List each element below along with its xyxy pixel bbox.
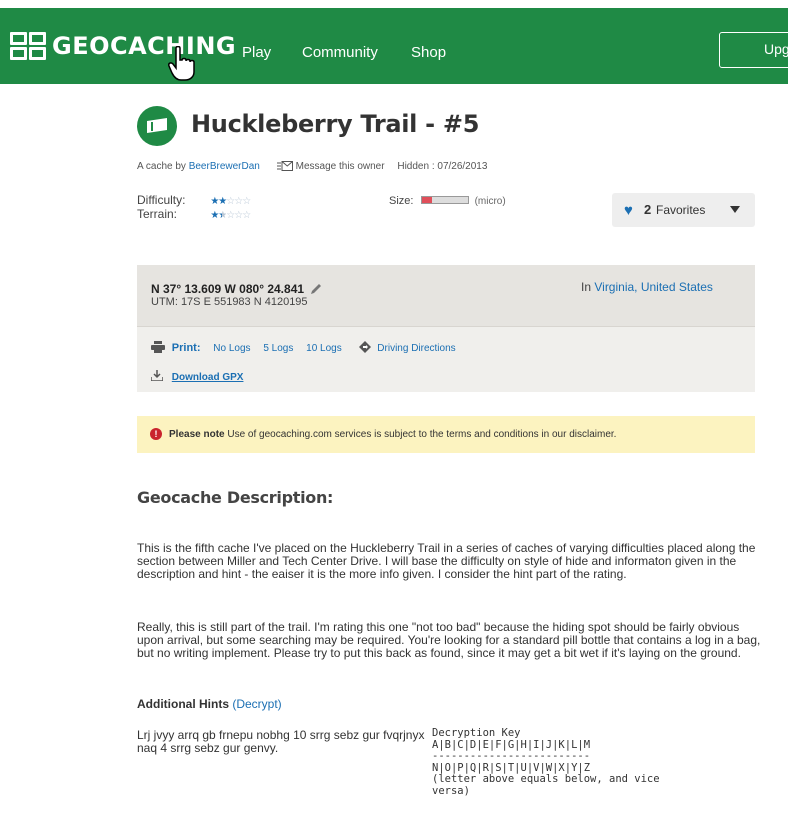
size-value: (micro) <box>474 196 506 207</box>
utm-coordinates: UTM: 17S E 551983 N 4120195 <box>151 296 308 308</box>
top-navigation-bar: GEOCACHING Play Community Shop Upgrade <box>0 8 788 84</box>
nav-community[interactable]: Community <box>302 44 378 61</box>
download-icon <box>150 370 164 382</box>
printer-icon <box>151 341 165 353</box>
hidden-date: Hidden : 07/26/2013 <box>397 161 488 172</box>
coordinates[interactable]: N 37° 13.609 W 080° 24.841 <box>151 282 322 296</box>
hand-cursor-icon <box>168 46 195 81</box>
additional-hints-heading: Additional Hints (Decrypt) <box>137 697 282 711</box>
terrain-label: Terrain: <box>137 207 178 221</box>
pencil-icon[interactable] <box>310 283 322 295</box>
description-paragraph-1: This is the fifth cache I've placed on t… <box>137 541 756 581</box>
location-prefix: In <box>581 280 592 294</box>
print-5-logs-link[interactable]: 5 Logs <box>263 343 293 354</box>
chevron-down-icon <box>730 206 740 213</box>
cache-type-icon <box>137 106 177 146</box>
coordinates-header: N 37° 13.609 W 080° 24.841 UTM: 17S E 55… <box>137 265 755 327</box>
directions-icon <box>358 341 371 353</box>
decryption-key: Decryption Key A|B|C|D|E|F|G|H|I|J|K|L|M -… <box>432 727 660 797</box>
hint-text: Lrj jvyy arrq gb frnepu nobhg 10 srrg se… <box>137 728 425 755</box>
difficulty-stars-icon: ★★☆☆☆ <box>210 196 251 207</box>
logo-text: GEOCACHING <box>52 32 237 60</box>
download-gpx-row: Download GPX <box>150 370 244 383</box>
print-no-logs-link[interactable]: No Logs <box>213 343 250 354</box>
download-gpx-link[interactable]: Download GPX <box>172 372 244 383</box>
size-label: Size: <box>389 195 414 207</box>
description-paragraph-2: Really, this is still part of the trail.… <box>137 620 761 660</box>
difficulty-label: Difficulty: <box>137 193 186 207</box>
print-options: Print: No Logs 5 Logs 10 Logs Driving Di… <box>151 341 456 354</box>
description-heading: Geocache Description: <box>137 488 334 507</box>
message-owner-label: Message this owner <box>295 161 385 172</box>
favorites-label: Favorites <box>656 203 706 217</box>
favorites-count: 2 <box>644 202 652 217</box>
message-owner-link[interactable]: Message this owner <box>276 161 388 172</box>
envelope-icon <box>276 161 293 171</box>
cache-size: Size: (micro) <box>389 195 506 207</box>
container-icon <box>147 118 167 133</box>
cache-title: Huckleberry Trail - #5 <box>191 110 480 138</box>
heart-icon: ♥ <box>624 202 633 219</box>
notice-text: Please note Use of geocaching.com servic… <box>169 429 617 440</box>
location-link[interactable]: Virginia, United States <box>594 280 713 294</box>
print-label: Print: <box>171 342 201 354</box>
favorites-button[interactable]: ♥ 2 Favorites <box>612 193 755 227</box>
terrain-stars-icon: ★★☆☆☆ <box>210 210 251 221</box>
upgrade-button[interactable]: Upgrade <box>719 32 788 68</box>
owner-link[interactable]: BeerBrewerDan <box>189 161 260 172</box>
terrain-rating: Terrain: ★★☆☆☆ <box>137 207 251 221</box>
geocaching-logo[interactable]: GEOCACHING <box>10 32 236 60</box>
nav-shop[interactable]: Shop <box>411 44 446 61</box>
alert-icon: ! <box>150 428 162 440</box>
size-meter-icon <box>420 196 469 204</box>
driving-directions-link[interactable]: Driving Directions <box>377 343 455 354</box>
difficulty-rating: Difficulty: ★★☆☆☆ <box>137 193 251 207</box>
coordinates-panel: N 37° 13.609 W 080° 24.841 UTM: 17S E 55… <box>137 265 755 392</box>
decrypt-link[interactable]: (Decrypt) <box>232 697 281 711</box>
disclaimer-notice: ! Please note Use of geocaching.com serv… <box>137 416 755 453</box>
byline-prefix: A cache by <box>137 161 186 172</box>
logo-mark-icon <box>10 32 46 60</box>
cache-byline: A cache by BeerBrewerDan Message this ow… <box>137 161 487 172</box>
cache-location: In Virginia, United States <box>581 280 713 294</box>
nav-play[interactable]: Play <box>242 44 271 61</box>
print-10-logs-link[interactable]: 10 Logs <box>306 343 342 354</box>
